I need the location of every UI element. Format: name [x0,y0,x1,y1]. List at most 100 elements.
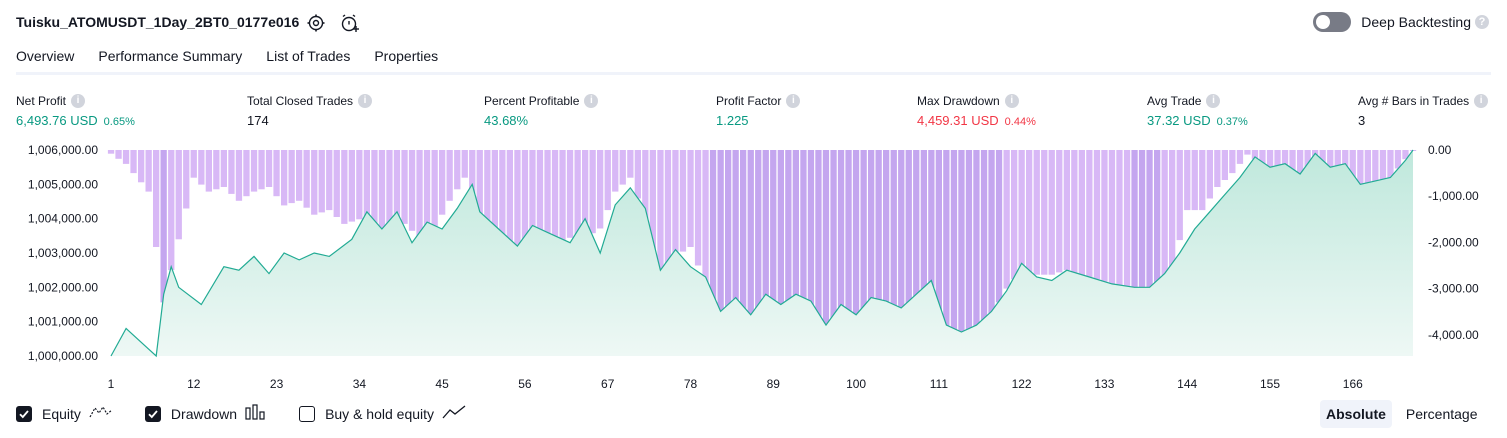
metric-value: 37.32 USD [1147,113,1211,128]
right-axis-tick-label: -3,000.00 [1428,282,1479,296]
deep-backtesting-control: Deep Backtesting ? [1313,12,1489,32]
right-axis: 0.00 -1,000.00 -2,000.00 -3,000.00 -4,000.00 [1428,143,1479,342]
drawdown-bar [702,150,709,284]
info-icon[interactable]: i [1206,94,1221,108]
drawdown-bar [1229,150,1236,174]
drawdown-bar [348,150,355,222]
left-axis-tick-label: 1,000,000.00 [28,349,98,363]
tab-list-of-trades[interactable]: List of Trades [266,48,350,74]
drawdown-checkbox[interactable] [144,405,161,422]
drawdown-bar [356,150,363,220]
info-icon[interactable]: i [786,94,801,108]
drawdown-bar [198,150,205,185]
metric-value: 174 [247,113,269,128]
tab-properties[interactable]: Properties [374,48,438,74]
drawdown-bar [634,150,641,199]
drawdown-bar [950,150,958,351]
drawdown-bar [265,150,273,187]
drawdown-bar [205,150,212,192]
drawdown-bar [1086,150,1093,280]
drawdown-bar [220,150,227,187]
drawdown-bar [318,150,325,213]
legend-equity[interactable]: Equity [16,404,113,423]
drawdown-bar [461,150,468,178]
add-alert-clock-icon[interactable] [340,13,360,33]
drawdown-bar [672,150,679,257]
drawdown-bar [1191,150,1198,211]
drawdown-bar [1169,150,1176,271]
info-icon[interactable]: i [71,94,86,108]
x-axis-tick-label: 100 [846,377,866,391]
equity-checkbox[interactable] [16,405,32,422]
buy-hold-line-icon [442,404,466,423]
drawdown-bar [1026,150,1033,273]
drawdown-bar [687,150,694,247]
drawdown-bar [454,150,461,190]
metric-label: Avg # Bars in Trades [1358,94,1470,108]
drawdown-bar [235,150,243,201]
drawdown-bar [1206,150,1213,199]
tab-performance-summary[interactable]: Performance Summary [98,48,242,74]
metric-label: Total Closed Trades [247,94,354,108]
legend-label: Drawdown [170,405,238,422]
x-axis-tick-label: 144 [1177,377,1197,391]
x-axis-tick-label: 111 [930,377,949,391]
metric-label: Profit Factor [716,94,782,108]
left-axis-tick-label: 1,006,000.00 [28,143,98,157]
metric-profit-factor: Profit Factor i 1.225 [716,94,801,128]
drawdown-bar [273,150,280,197]
drawdown-bar [1078,150,1085,280]
metric-percent: 0.65% [103,116,135,128]
metric-label: Avg Trade [1147,94,1202,108]
drawdown-bar [1071,150,1078,275]
tab-bar: Overview Performance Summary List of Tra… [16,48,462,74]
x-axis-tick-label: 67 [601,377,615,391]
x-axis-tick-label: 56 [518,377,532,391]
drawdown-bar [694,150,702,266]
right-axis-tick-label: -4,000.00 [1428,328,1479,342]
metric-value: 4,459.31 USD [917,113,999,128]
display-mode-switch: Absolute Percentage [1320,400,1484,428]
drawdown-bar [1123,150,1131,289]
deep-backtesting-toggle[interactable] [1313,12,1352,32]
drawdown-bar [627,150,634,178]
drawdown-bar [928,150,935,298]
drawdown-bar [311,150,318,215]
x-axis-tick-label: 155 [1260,377,1280,391]
percentage-button[interactable]: Percentage [1400,400,1484,428]
drawdown-bar [1199,150,1206,211]
legend-buy-hold-equity[interactable]: Buy & hold equity [299,404,466,423]
equity-drawdown-chart[interactable]: 1,006,000.00 1,005,000.00 1,004,000.00 1,00… [0,140,1507,395]
metric-value: 3 [1358,113,1366,128]
x-axis-tick-label: 23 [270,377,284,391]
info-icon[interactable]: i [1004,94,1019,108]
x-axis-tick-label: 45 [435,377,449,391]
drawdown-bar [958,150,965,354]
info-icon[interactable]: i [1474,94,1489,108]
info-icon[interactable]: i [358,94,373,108]
drawdown-bar [122,150,130,164]
drawdown-bar [439,150,446,215]
tab-overview[interactable]: Overview [16,48,75,74]
metric-max-drawdown: Max Drawdown i 4,459.31 USD 0.44% [917,94,1036,128]
drawdown-bar [1221,150,1228,180]
drawdown-bar [995,150,1003,303]
equity-line-icon [89,404,113,423]
metric-percent-profitable: Percent Profitable i 43.68% [484,94,599,128]
drawdown-bar [589,150,596,234]
drawdown-bar [416,150,423,238]
tab-divider [16,72,1491,75]
absolute-button[interactable]: Absolute [1320,400,1392,428]
legend-label: Equity [42,405,81,422]
drawdown-bar [521,150,529,243]
drawdown-bar [1018,150,1025,271]
drawdown-bar [973,150,980,344]
settings-gear-icon[interactable] [306,13,326,33]
drawdown-bar [1236,150,1244,164]
info-icon[interactable]: i [584,94,599,108]
legend-drawdown[interactable]: Drawdown [144,404,267,423]
buy-hold-checkbox[interactable] [299,405,316,422]
drawdown-bar [551,150,559,247]
help-icon[interactable]: ? [1475,15,1489,29]
drawdown-bar [228,150,235,194]
